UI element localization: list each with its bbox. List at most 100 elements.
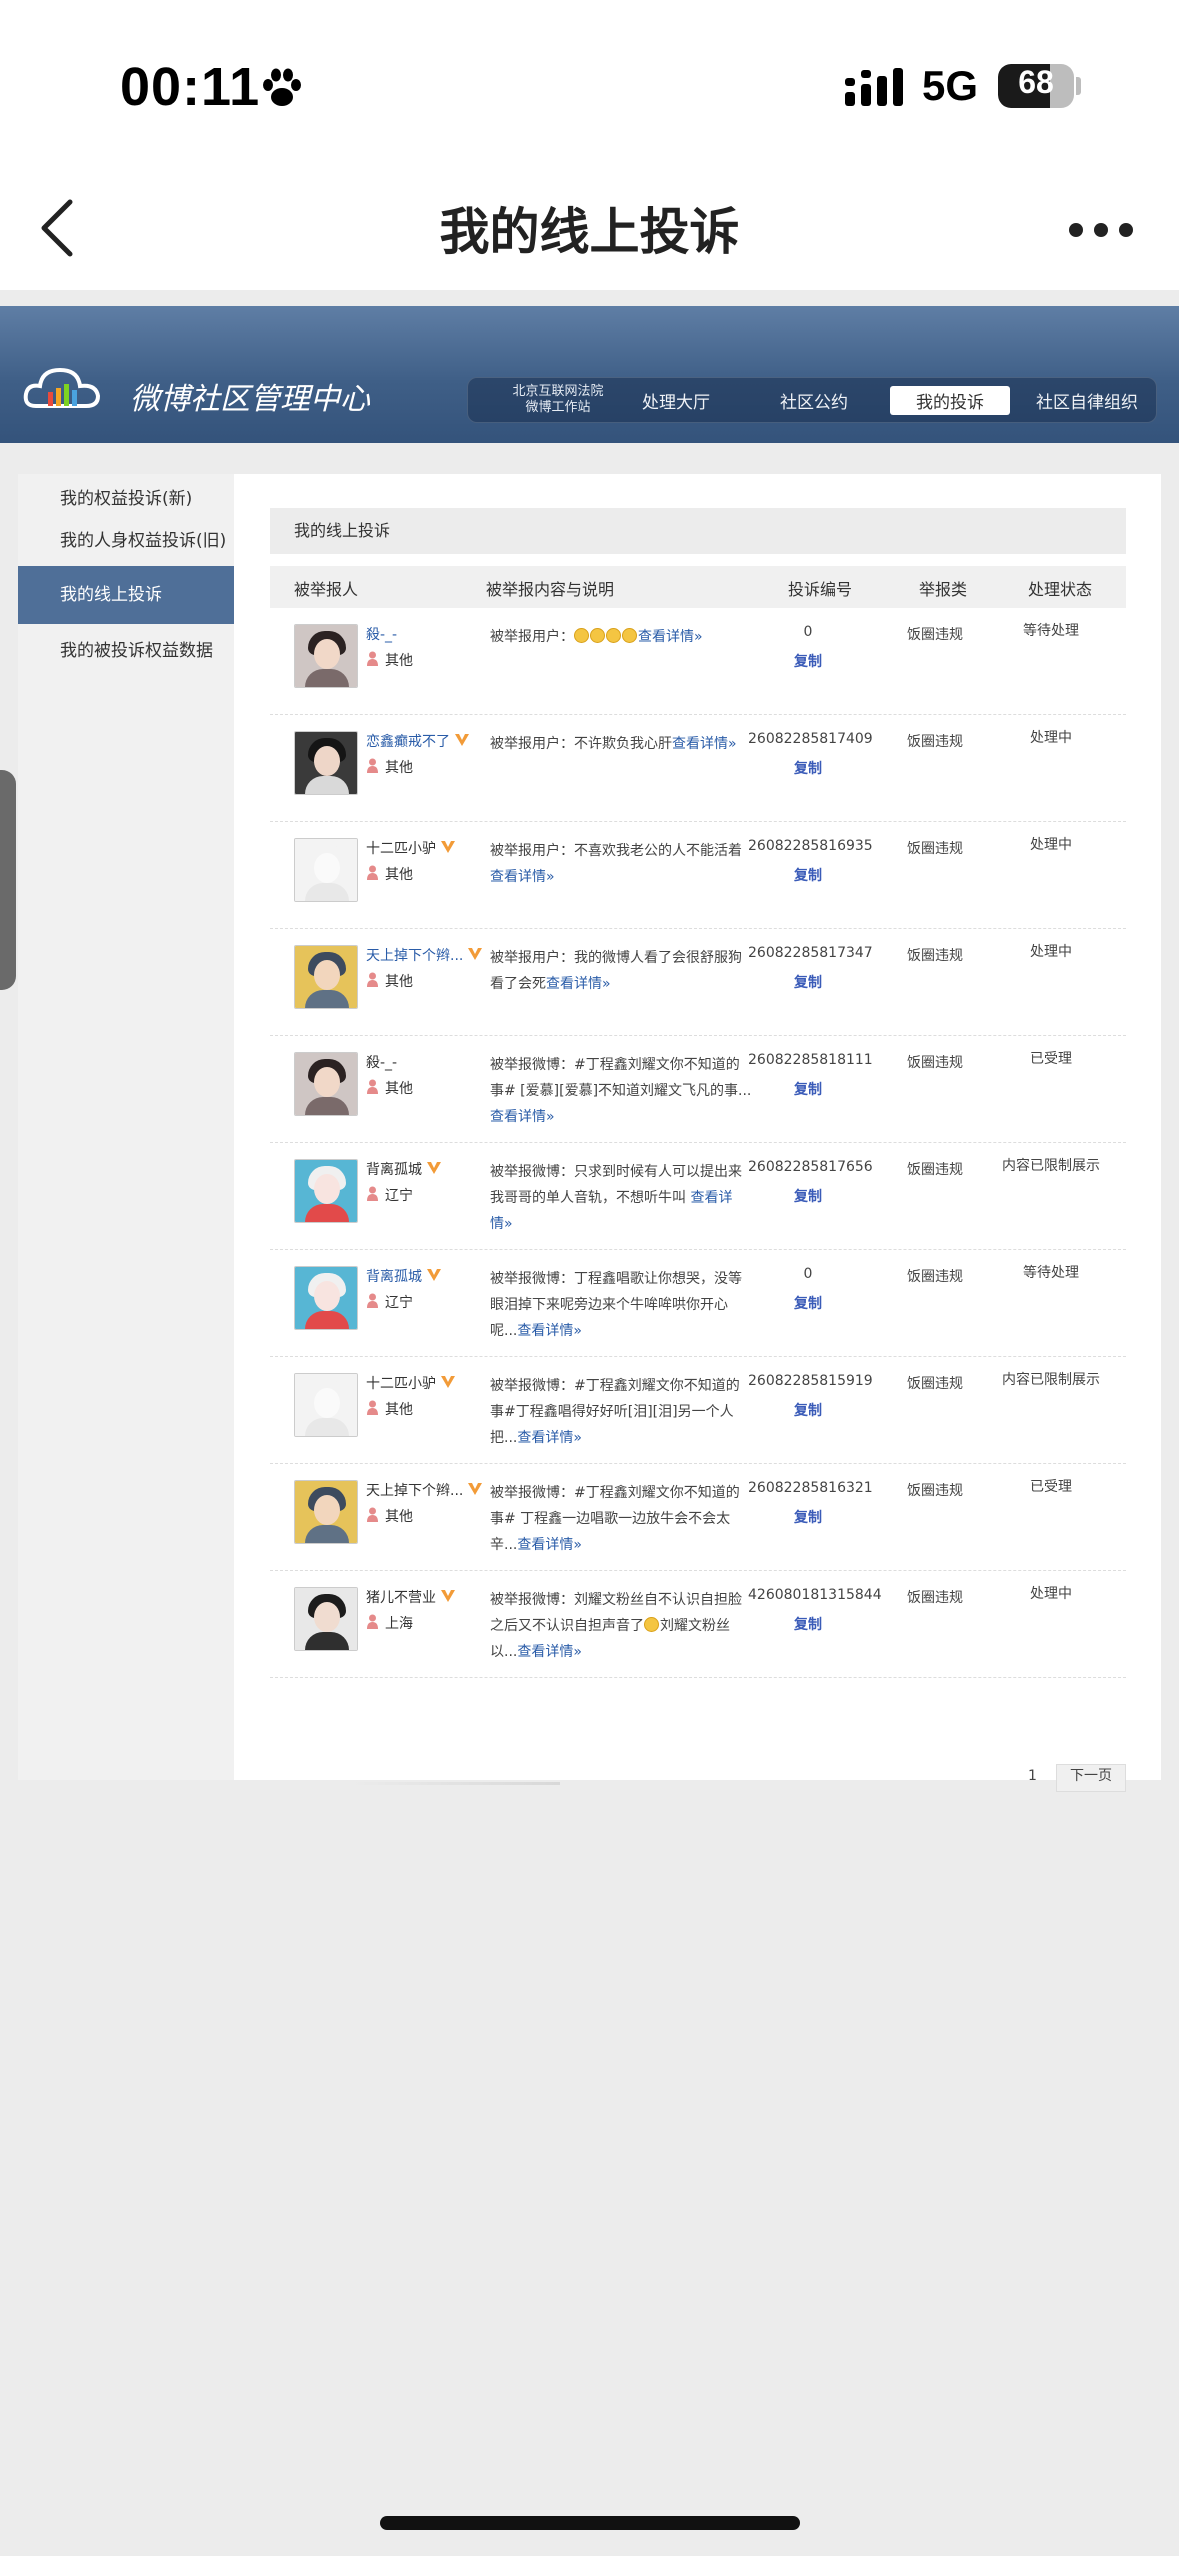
view-details-link[interactable]: 查看详情» xyxy=(517,1323,582,1339)
avatar[interactable] xyxy=(294,1480,358,1544)
reported-user-name[interactable]: 恋鑫癫戒不了 xyxy=(366,731,470,751)
copy-button[interactable]: 复制 xyxy=(748,1614,868,1634)
user-name-text[interactable]: 十二匹小驴 xyxy=(366,1376,436,1392)
weibo-header: 微博社区管理中心 北京互联网法院 微博工作站 处理大厅 社区公约 我的投诉 社区… xyxy=(0,306,1179,443)
court-workstation[interactable]: 北京互联网法院 微博工作站 xyxy=(488,384,628,416)
view-details-link[interactable]: 查看详情» xyxy=(490,869,555,885)
sidebar: 我的权益投诉(新) 我的人身权益投诉(旧) 我的线上投诉 我的被投诉权益数据 xyxy=(18,474,234,1780)
table-row: 背离孤城 辽宁 被举报微博：丁程鑫唱歌让你想哭，没等眼泪掉下来呢旁边来个牛哞哞哄你开… xyxy=(270,1250,1126,1357)
location-text: 辽宁 xyxy=(385,1295,413,1311)
report-type: 饭圈违规 xyxy=(907,1483,963,1499)
nav-self-regulation[interactable]: 社区自律组织 xyxy=(1036,388,1138,413)
avatar[interactable] xyxy=(294,945,358,1009)
avatar[interactable] xyxy=(294,838,358,902)
status-text: 处理中 xyxy=(1030,1586,1072,1602)
user-location: 其他 xyxy=(366,864,413,884)
user-name-text[interactable]: 背离孤城 xyxy=(366,1269,422,1285)
avatar[interactable] xyxy=(294,624,358,688)
report-type: 饭圈违规 xyxy=(907,1376,963,1392)
verified-v-icon xyxy=(427,1269,441,1281)
nav-my-complaints[interactable]: 我的投诉 xyxy=(890,386,1010,415)
copy-button[interactable]: 复制 xyxy=(748,1079,868,1099)
copy-button[interactable]: 复制 xyxy=(748,865,868,885)
view-details-link[interactable]: 查看详情» xyxy=(672,736,737,752)
complaint-id: 26082285818111 xyxy=(748,1052,873,1068)
person-icon xyxy=(367,651,378,666)
emoji-icon xyxy=(574,628,589,643)
user-name-text[interactable]: 殺-_- xyxy=(366,627,397,643)
copy-button[interactable]: 复制 xyxy=(748,1507,868,1527)
view-details-link[interactable]: 查看详情» xyxy=(517,1430,582,1446)
reported-user-name[interactable]: 背离孤城 xyxy=(366,1159,442,1179)
user-name-text[interactable]: 十二匹小驴 xyxy=(366,841,436,857)
person-icon xyxy=(367,1507,378,1522)
table-row: 恋鑫癫戒不了 其他 被举报用户：不许欺负我心肝查看详情» 26082285817409… xyxy=(270,715,1126,822)
battery-percent: 68 xyxy=(1018,64,1054,100)
table-row: 殺-_- 其他 被举报用户： 查看详情» 0 复制 饭圈违规 等待处理 xyxy=(270,608,1126,715)
user-name-text[interactable]: 殺-_- xyxy=(366,1055,397,1071)
col-status: 处理状态 xyxy=(1028,580,1093,599)
copy-button[interactable]: 复制 xyxy=(748,972,868,992)
person-icon xyxy=(367,1614,378,1629)
complaint-id: 26082285816321 xyxy=(748,1480,873,1496)
status-text: 已受理 xyxy=(1030,1051,1072,1067)
avatar[interactable] xyxy=(294,1159,358,1223)
box-title: 我的线上投诉 xyxy=(270,508,1126,554)
view-details-link[interactable]: 查看详情» xyxy=(546,976,611,992)
view-details-link[interactable]: 查看详情» xyxy=(517,1537,582,1553)
location-text: 其他 xyxy=(385,760,413,776)
avatar[interactable] xyxy=(294,1373,358,1437)
user-name-text[interactable]: 背离孤城 xyxy=(366,1162,422,1178)
status-text: 已受理 xyxy=(1030,1479,1072,1495)
reported-user-name[interactable]: 十二匹小驴 xyxy=(366,838,456,858)
copy-button[interactable]: 复制 xyxy=(748,1400,868,1420)
reported-user-name[interactable]: 天上掉下个辫... xyxy=(366,1480,483,1500)
report-type: 饭圈违规 xyxy=(907,1269,963,1285)
report-description: 被举报用户：我的微博人看了会很舒服狗看了会死 xyxy=(490,950,742,992)
person-icon xyxy=(367,1293,378,1308)
edge-handle[interactable] xyxy=(0,770,16,990)
sidebar-item-online-complaints[interactable]: 我的线上投诉 xyxy=(18,566,234,624)
avatar[interactable] xyxy=(294,731,358,795)
copy-button[interactable]: 复制 xyxy=(748,1186,868,1206)
sidebar-item-complained-data[interactable]: 我的被投诉权益数据 xyxy=(18,626,234,676)
complaint-id: 0 xyxy=(803,1266,813,1282)
person-icon xyxy=(367,1400,378,1415)
report-content: 被举报微博：#丁程鑫刘耀文你不知道的事# 丁程鑫一边唱歌一边放牛会不会太辛...… xyxy=(490,1480,752,1558)
nav-processing-hall[interactable]: 处理大厅 xyxy=(642,388,710,413)
status-text: 等待处理 xyxy=(1023,1265,1079,1281)
verified-v-icon xyxy=(468,1483,483,1495)
reported-user-name[interactable]: 殺-_- xyxy=(366,624,397,644)
cellular-signal-icon xyxy=(845,68,903,106)
next-page-button[interactable]: 下一页 xyxy=(1056,1764,1126,1792)
sidebar-item-personal-rights-old[interactable]: 我的人身权益投诉(旧) xyxy=(18,516,234,566)
person-icon xyxy=(367,1186,378,1201)
copy-button[interactable]: 复制 xyxy=(748,758,868,778)
user-location: 辽宁 xyxy=(366,1185,413,1205)
user-name-text[interactable]: 猪儿不营业 xyxy=(366,1590,436,1606)
view-details-link[interactable]: 查看详情» xyxy=(490,1109,555,1125)
reported-user-name[interactable]: 背离孤城 xyxy=(366,1266,442,1286)
copy-button[interactable]: 复制 xyxy=(748,651,868,671)
reported-user-name[interactable]: 天上掉下个辫... xyxy=(366,945,483,965)
view-details-link[interactable]: 查看详情» xyxy=(517,1644,582,1660)
more-dots-icon[interactable] xyxy=(1066,220,1136,240)
user-name-text[interactable]: 天上掉下个辫... xyxy=(366,1483,463,1499)
page-number[interactable]: 1 xyxy=(1028,1768,1037,1784)
reported-user-name[interactable]: 殺-_- xyxy=(366,1052,397,1072)
avatar[interactable] xyxy=(294,1052,358,1116)
copy-button[interactable]: 复制 xyxy=(748,1293,868,1313)
nav-community-rules[interactable]: 社区公约 xyxy=(780,388,848,413)
col-report-type: 举报类 xyxy=(919,580,968,599)
user-location: 其他 xyxy=(366,650,413,670)
reported-user-name[interactable]: 猪儿不营业 xyxy=(366,1587,456,1607)
status-text: 等待处理 xyxy=(1023,623,1079,639)
avatar[interactable] xyxy=(294,1587,358,1651)
report-content: 被举报微博：只求到时候有人可以提出来我哥哥的单人音轨，不想听牛叫 查看详情» xyxy=(490,1159,752,1237)
user-name-text[interactable]: 天上掉下个辫... xyxy=(366,948,463,964)
report-type: 饭圈违规 xyxy=(907,1162,963,1178)
view-details-link[interactable]: 查看详情» xyxy=(638,629,703,645)
user-name-text[interactable]: 恋鑫癫戒不了 xyxy=(366,734,450,750)
reported-user-name[interactable]: 十二匹小驴 xyxy=(366,1373,456,1393)
avatar[interactable] xyxy=(294,1266,358,1330)
